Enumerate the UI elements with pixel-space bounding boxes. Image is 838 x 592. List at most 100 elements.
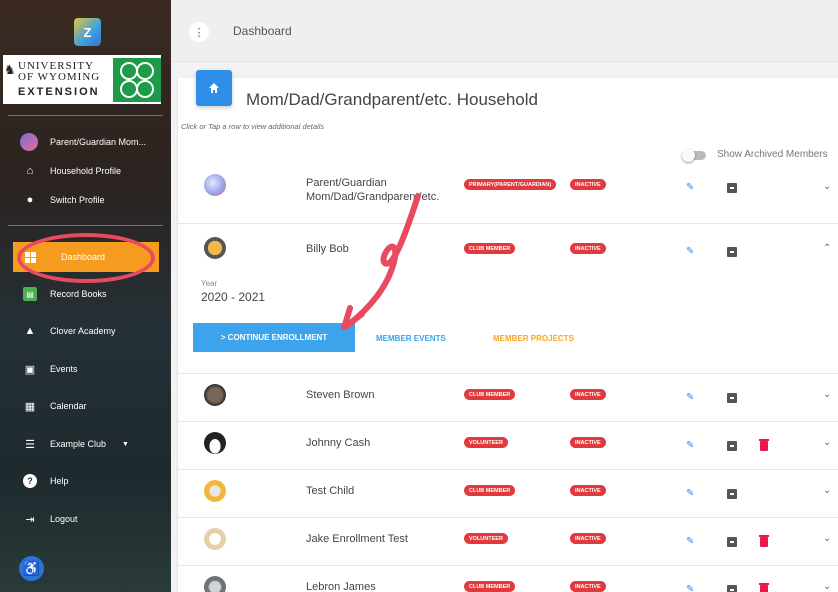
show-archived-label: Show Archived Members [717, 149, 828, 160]
chevron-up-icon[interactable]: ⌃ [823, 243, 831, 254]
archive-icon[interactable] [727, 489, 737, 499]
role-badge: VOLUNTEER [464, 437, 508, 448]
edit-icon[interactable]: ✎ [686, 392, 694, 403]
sidebar-item-household-profile[interactable]: ⌂ Household Profile [0, 158, 171, 184]
record-books-icon: ▤ [23, 287, 37, 301]
chevron-down-icon[interactable]: ⌄ [823, 485, 831, 496]
archive-icon[interactable] [727, 585, 737, 592]
status-badge: INACTIVE [570, 581, 606, 592]
edit-icon[interactable]: ✎ [686, 536, 694, 547]
member-name: Johnny Cash [306, 437, 371, 449]
member-avatar [204, 480, 226, 502]
continue-enrollment-button[interactable]: > CONTINUE ENROLLMENT [193, 323, 355, 352]
status-badge: INACTIVE [570, 437, 606, 448]
member-row[interactable]: Test Child CLUB MEMBER INACTIVE ✎ ⌄ [178, 470, 838, 518]
sidebar-item-label: Record Books [50, 289, 107, 299]
member-avatar [204, 432, 226, 454]
sidebar-item-label: Help [50, 476, 69, 486]
role-badge: VOLUNTEER [464, 533, 508, 544]
member-row[interactable]: Johnny Cash VOLUNTEER INACTIVE ✎ ⌄ [178, 422, 838, 470]
year-value: 2020 - 2021 [201, 290, 266, 304]
edit-icon[interactable]: ✎ [686, 440, 694, 451]
chevron-down-icon[interactable]: ⌄ [823, 533, 831, 544]
archive-icon[interactable] [727, 537, 737, 547]
bucking-horse-icon: ♞ [4, 62, 16, 77]
household-card: Mom/Dad/Grandparent/etc. Household Click… [178, 70, 838, 592]
university-of-wyoming-extension-logo: ♞ UNIVERSITY OF WYOMING EXTENSION [3, 55, 161, 104]
chevron-down-icon[interactable]: ⌄ [823, 437, 831, 448]
club-list-icon: ☰ [25, 438, 35, 451]
show-archived-toggle[interactable] [682, 149, 706, 162]
calendar-icon: ▦ [24, 400, 36, 413]
sidebar-item-switch-profile[interactable]: ● Switch Profile [0, 187, 171, 213]
app-logo-text: Z [83, 24, 92, 40]
archive-icon[interactable] [727, 393, 737, 403]
uw-logo-line3: EXTENSION [18, 86, 100, 98]
more-vert-icon[interactable]: ⋮ [189, 22, 209, 42]
member-avatar [204, 237, 226, 259]
chevron-down-icon[interactable]: ⌄ [823, 181, 831, 192]
sidebar-item-clover-academy[interactable]: ▲ Clover Academy [0, 318, 171, 344]
archive-icon[interactable] [727, 441, 737, 451]
app-logo: Z [74, 18, 101, 46]
year-label: Year [201, 279, 218, 288]
hint-text: Click or Tap a row to view additional de… [181, 122, 325, 131]
role-badge: CLUB MEMBER [464, 389, 516, 400]
edit-icon[interactable]: ✎ [686, 246, 694, 257]
role-badge: CLUB MEMBER [464, 485, 516, 496]
accessibility-icon[interactable]: ♿ [19, 556, 44, 581]
edit-icon[interactable]: ✎ [686, 182, 694, 193]
sidebar-item-calendar[interactable]: ▦ Calendar [0, 393, 171, 419]
trash-icon[interactable] [759, 583, 769, 592]
archive-icon[interactable] [727, 183, 737, 193]
status-badge: INACTIVE [570, 179, 606, 190]
member-avatar [204, 576, 226, 592]
profile-avatar [20, 133, 38, 151]
sidebar-item-example-club[interactable]: ☰ Example Club ▼ [0, 431, 171, 457]
sidebar-item-logout[interactable]: ⇥ Logout [0, 506, 171, 532]
trash-icon[interactable] [759, 439, 769, 451]
sidebar-item-label: Household Profile [50, 166, 122, 176]
annotation-circle [17, 233, 155, 283]
home-icon[interactable] [196, 70, 232, 106]
member-row[interactable]: Jake Enrollment Test VOLUNTEER INACTIVE … [178, 518, 838, 566]
main-content: Mom/Dad/Grandparent/etc. Household Click… [171, 62, 838, 592]
sidebar-item-record-books[interactable]: ▤ Record Books [0, 281, 171, 307]
edit-icon[interactable]: ✎ [686, 584, 694, 592]
calendar-event-icon: ▣ [24, 363, 36, 376]
member-avatar [204, 528, 226, 550]
sidebar-item-label: Switch Profile [50, 195, 105, 205]
sidebar-item-help[interactable]: ? Help [0, 468, 171, 494]
member-name: Steven Brown [306, 389, 375, 401]
profile-menu[interactable]: Parent/Guardian Mom... [0, 129, 171, 155]
sidebar-item-label: Logout [50, 514, 78, 524]
chevron-down-icon[interactable]: ⌄ [823, 581, 831, 592]
sidebar-divider [8, 115, 163, 116]
page-title: Mom/Dad/Grandparent/etc. Household [246, 90, 538, 109]
member-name: Parent/Guardian Mom/Dad/Grandparent/etc. [306, 177, 440, 203]
status-badge: INACTIVE [570, 485, 606, 496]
chevron-down-icon: ▼ [122, 440, 129, 448]
role-badge: PRIMARY(PARENT/GUARDIAN) [464, 179, 557, 190]
breadcrumb: Dashboard [233, 24, 292, 38]
sidebar-item-label: Clover Academy [50, 326, 116, 336]
sidebar-item-events[interactable]: ▣ Events [0, 356, 171, 382]
chevron-down-icon[interactable]: ⌄ [823, 389, 831, 400]
member-row[interactable]: Lebron James CLUB MEMBER INACTIVE ✎ ⌄ [178, 566, 838, 592]
status-badge: INACTIVE [570, 389, 606, 400]
role-badge: CLUB MEMBER [464, 581, 516, 592]
top-bar: ⋮ Dashboard [171, 0, 838, 62]
sidebar-divider [8, 225, 163, 226]
4h-clover-icon [113, 57, 161, 102]
member-row[interactable]: Parent/Guardian Mom/Dad/Grandparent/etc.… [178, 162, 838, 224]
archive-icon[interactable] [727, 247, 737, 257]
role-badge: CLUB MEMBER [464, 243, 516, 254]
sidebar-item-label: Events [50, 364, 78, 374]
member-projects-button[interactable]: MEMBER PROJECTS [493, 334, 574, 343]
edit-icon[interactable]: ✎ [686, 488, 694, 499]
member-events-button[interactable]: MEMBER EVENTS [376, 334, 446, 343]
trash-icon[interactable] [759, 535, 769, 547]
member-name: Billy Bob [306, 243, 349, 255]
member-row[interactable]: Steven Brown CLUB MEMBER INACTIVE ✎ ⌄ [178, 374, 838, 422]
home-icon: ⌂ [26, 165, 34, 177]
